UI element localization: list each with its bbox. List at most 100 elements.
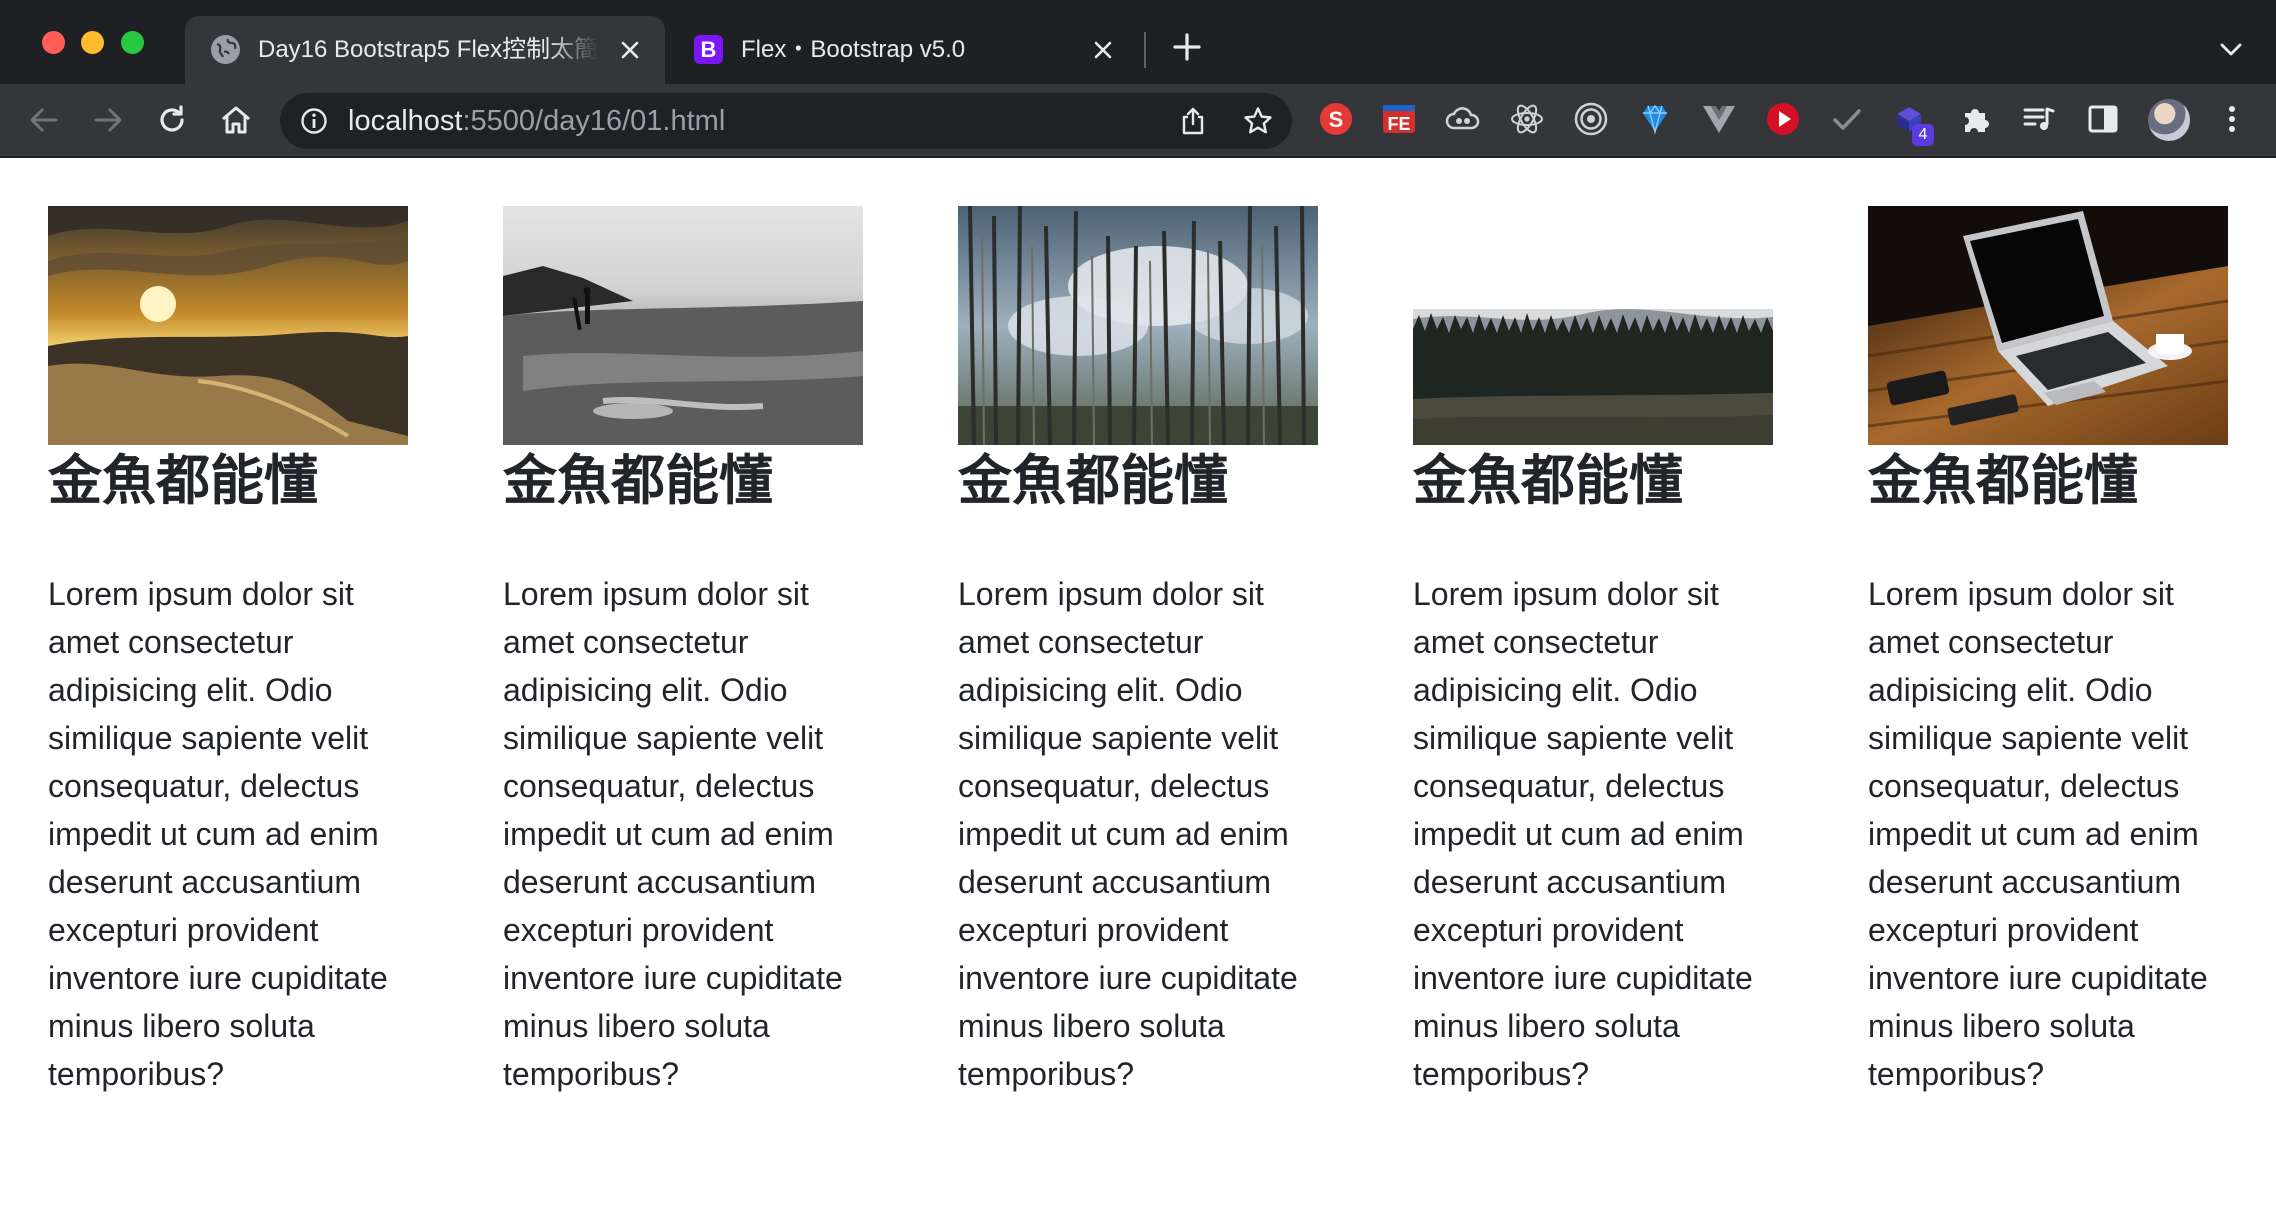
- body-line: excepturi provident: [958, 912, 1229, 948]
- url-host: localhost: [348, 105, 463, 137]
- more-menu-icon[interactable]: [2214, 101, 2250, 137]
- body-line: similique sapiente velit: [503, 720, 824, 756]
- body-line: amet consectetur: [503, 624, 749, 660]
- body-line: excepturi provident: [1413, 912, 1684, 948]
- browser-toolbar: localhost:5500/day16/01.html: [0, 84, 2276, 158]
- reload-icon[interactable]: [154, 102, 190, 138]
- body-line: deserunt accusantium: [503, 864, 817, 900]
- card-heading: 金魚都能懂: [503, 449, 773, 512]
- forward-arrow-icon[interactable]: [90, 102, 126, 138]
- body-line: excepturi provident: [1868, 912, 2139, 948]
- body-line: similique sapiente velit: [958, 720, 1279, 756]
- body-line: Lorem ipsum dolor sit: [503, 576, 809, 612]
- cloud-extension-icon[interactable]: [1445, 101, 1481, 137]
- body-line: amet consectetur: [1413, 624, 1659, 660]
- profile-avatar[interactable]: [2148, 99, 2190, 141]
- body-line: inventore iure cupiditate: [1868, 960, 2208, 996]
- card-body-text: Lorem ipsum dolor sit amet consectetur a…: [48, 570, 408, 1098]
- body-line: Lorem ipsum dolor sit: [48, 576, 354, 612]
- body-line: temporibus?: [503, 1056, 680, 1092]
- body-line: temporibus?: [1413, 1056, 1590, 1092]
- body-line: minus libero soluta: [958, 1008, 1225, 1044]
- react-devtools-icon[interactable]: [1509, 101, 1545, 137]
- body-line: impedit ut cum ad enim: [1868, 816, 2199, 852]
- check-extension-icon[interactable]: [1829, 101, 1865, 137]
- body-line: deserunt accusantium: [48, 864, 362, 900]
- close-tab-icon[interactable]: [617, 37, 643, 63]
- forest-field-photo: [1413, 309, 1773, 445]
- body-line: temporibus?: [48, 1056, 225, 1092]
- body-line: excepturi provident: [503, 912, 774, 948]
- tab-bootstrap-flex[interactable]: B Flex・Bootstrap v5.0: [668, 16, 1138, 84]
- card-heading: 金魚都能懂: [958, 449, 1228, 512]
- fe-extension-label: FE: [1387, 114, 1410, 134]
- globe-icon: [211, 35, 240, 64]
- site-info-icon[interactable]: [300, 107, 328, 135]
- target-extension-icon[interactable]: [1573, 101, 1609, 137]
- new-tab-plus-icon[interactable]: [1172, 32, 1202, 62]
- s-extension-label: S: [1329, 107, 1344, 132]
- body-line: adipisicing elit. Odio: [503, 672, 788, 708]
- body-line: inventore iure cupiditate: [48, 960, 388, 996]
- extension-count-badge: 4: [1912, 124, 1934, 146]
- gem-extension-icon[interactable]: [1637, 101, 1673, 137]
- side-panel-icon[interactable]: [2085, 101, 2121, 137]
- card-heading: 金魚都能懂: [48, 449, 318, 512]
- puzzle-extensions-icon[interactable]: [1957, 101, 1993, 137]
- page-content: 金魚都能懂 Lorem ipsum dolor sit amet consect…: [0, 160, 2276, 1224]
- tab-divider: [1144, 32, 1146, 68]
- body-line: minus libero soluta: [48, 1008, 315, 1044]
- vue-devtools-icon[interactable]: [1701, 101, 1737, 137]
- body-line: amet consectetur: [48, 624, 294, 660]
- body-line: inventore iure cupiditate: [1413, 960, 1753, 996]
- play-extension-icon[interactable]: [1765, 101, 1801, 137]
- forest-sky-photo: [958, 205, 1318, 446]
- body-line: minus libero soluta: [1413, 1008, 1680, 1044]
- s-extension-icon[interactable]: S: [1318, 101, 1354, 137]
- body-line: amet consectetur: [958, 624, 1204, 660]
- card-heading: 金魚都能懂: [1868, 449, 2138, 512]
- tab-title: Flex・Bootstrap v5.0: [741, 36, 966, 63]
- body-line: consequatur, delectus: [958, 768, 1270, 804]
- body-line: adipisicing elit. Odio: [958, 672, 1243, 708]
- body-line: similique sapiente velit: [1868, 720, 2189, 756]
- close-window-button[interactable]: [42, 31, 65, 54]
- body-line: impedit ut cum ad enim: [48, 816, 379, 852]
- zoom-window-button[interactable]: [121, 31, 144, 54]
- back-arrow-icon[interactable]: [26, 102, 62, 138]
- body-line: impedit ut cum ad enim: [1413, 816, 1744, 852]
- url-text[interactable]: localhost:5500/day16/01.html: [348, 103, 725, 139]
- body-line: minus libero soluta: [1868, 1008, 2135, 1044]
- tab-title: Day16 Bootstrap5 Flex控制太簡: [258, 36, 598, 63]
- tab-search-chevron-down-icon[interactable]: [2218, 36, 2244, 62]
- body-line: excepturi provident: [48, 912, 319, 948]
- tab-day16[interactable]: Day16 Bootstrap5 Flex控制太簡: [185, 16, 665, 84]
- body-line: consequatur, delectus: [1868, 768, 2180, 804]
- share-icon[interactable]: [1178, 106, 1208, 136]
- media-controls-icon[interactable]: [2021, 101, 2057, 137]
- body-line: inventore iure cupiditate: [503, 960, 843, 996]
- body-line: adipisicing elit. Odio: [1868, 672, 2153, 708]
- body-line: Lorem ipsum dolor sit: [1868, 576, 2174, 612]
- browser-tab-strip: Day16 Bootstrap5 Flex控制太簡 B Flex・Bootstr…: [0, 0, 2276, 84]
- bookmark-star-icon[interactable]: [1242, 105, 1274, 137]
- body-line: adipisicing elit. Odio: [1413, 672, 1698, 708]
- card-body-text: Lorem ipsum dolor sit amet consectetur a…: [503, 570, 863, 1098]
- body-line: consequatur, delectus: [1413, 768, 1725, 804]
- body-line: inventore iure cupiditate: [958, 960, 1298, 996]
- bootstrap-logo-icon: B: [694, 35, 723, 64]
- body-line: minus libero soluta: [503, 1008, 770, 1044]
- body-line: deserunt accusantium: [1868, 864, 2182, 900]
- card-body-text: Lorem ipsum dolor sit amet consectetur a…: [958, 570, 1318, 1098]
- minimize-window-button[interactable]: [81, 31, 104, 54]
- fe-extension-icon[interactable]: FE: [1381, 101, 1417, 137]
- surfer-beach-bw-photo: [503, 206, 863, 445]
- home-icon[interactable]: [218, 102, 254, 138]
- card-body-text: Lorem ipsum dolor sit amet consectetur a…: [1413, 570, 1773, 1098]
- body-line: similique sapiente velit: [1413, 720, 1734, 756]
- close-tab-icon[interactable]: [1090, 37, 1116, 63]
- laptop-desk-photo: [1867, 206, 2229, 445]
- body-line: adipisicing elit. Odio: [48, 672, 333, 708]
- body-line: consequatur, delectus: [48, 768, 360, 804]
- address-bar[interactable]: localhost:5500/day16/01.html: [280, 93, 1292, 149]
